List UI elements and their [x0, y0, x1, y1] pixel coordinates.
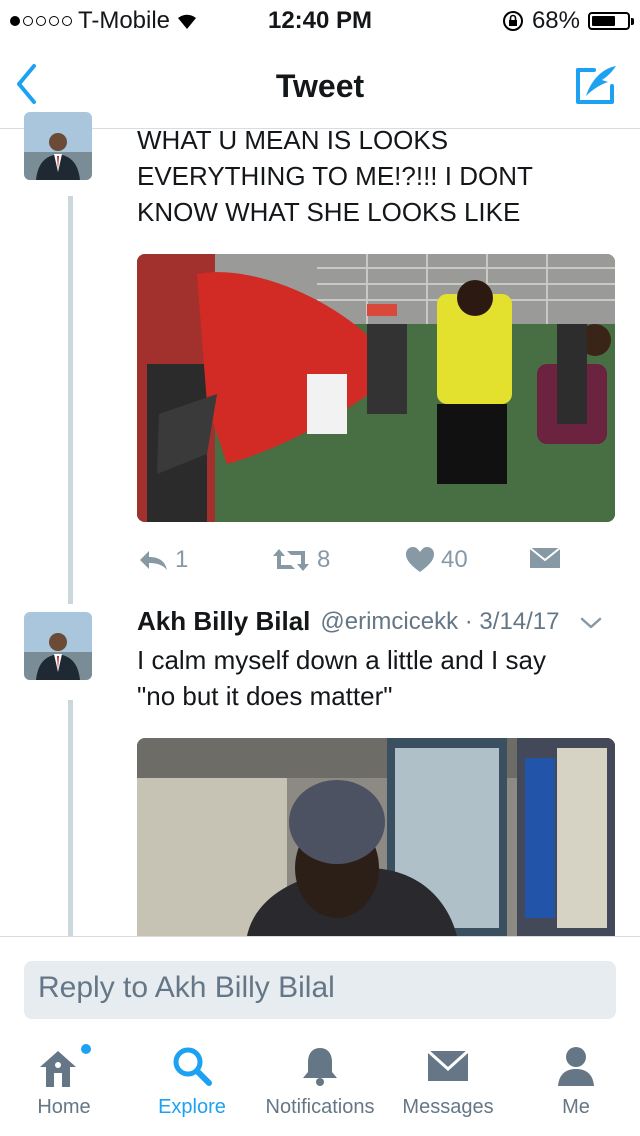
like-button[interactable]: 40 [405, 546, 468, 574]
compose-tweet-button[interactable] [572, 62, 620, 113]
tab-messages[interactable]: Messages [384, 1036, 512, 1119]
avatar[interactable] [24, 112, 92, 180]
chevron-down-icon [580, 617, 601, 629]
avatar[interactable] [24, 612, 92, 680]
user-name[interactable]: Akh Billy Bilal [137, 606, 310, 637]
reply-input[interactable]: Reply to Akh Billy Bilal [24, 961, 616, 1019]
home-icon [40, 1044, 91, 1087]
reply-button[interactable]: 1 [137, 546, 188, 574]
tweet-actions: 1 8 40 [137, 546, 615, 582]
tab-label: Messages [402, 1096, 494, 1118]
tab-home[interactable]: Home [0, 1036, 128, 1119]
heart-icon [406, 547, 434, 572]
tab-label: Explore [158, 1096, 226, 1118]
tweet-text: WHAT U MEAN IS LOOKS EVERYTHING TO ME!?!… [137, 125, 533, 227]
tweet-header: Akh Billy Bilal @erimcicekk · 3/14/17 [137, 606, 602, 637]
page-title: Tweet [275, 68, 365, 104]
navigation-bar: Tweet [0, 40, 640, 129]
like-count: 40 [441, 546, 468, 573]
search-icon [173, 1047, 212, 1086]
tweet-photo[interactable] [137, 254, 615, 522]
tab-me[interactable]: Me [512, 1036, 640, 1119]
tab-notifications[interactable]: Notifications [256, 1036, 384, 1119]
tab-bar: Home Explore Notifications Messages Me [0, 1036, 640, 1136]
thread-line [68, 196, 73, 604]
battery-icon [588, 12, 634, 30]
reply-bar: Reply to Akh Billy Bilal [0, 936, 640, 1037]
tweet-text: I calm myself down a little and I say "n… [137, 645, 546, 711]
tab-label: Me [562, 1096, 590, 1118]
compose-icon [576, 66, 616, 104]
envelope-icon [426, 1049, 470, 1081]
tab-explore[interactable]: Explore [128, 1036, 256, 1119]
tweet-photo[interactable] [137, 738, 615, 936]
battery-percent: 68% [531, 7, 580, 34]
user-handle-date[interactable]: @erimcicekk · 3/14/17 [320, 608, 559, 636]
reply-count: 1 [175, 546, 189, 573]
retweet-icon [273, 549, 309, 571]
envelope-icon [529, 547, 561, 568]
status-bar: T-Mobile 12:40 PM 68% [0, 0, 640, 40]
bell-icon [303, 1048, 337, 1086]
person-icon [558, 1047, 594, 1086]
tab-label: Home [37, 1096, 91, 1118]
orientation-lock-icon [502, 11, 523, 31]
tab-label: Notifications [265, 1096, 375, 1118]
retweet-count: 8 [317, 546, 331, 573]
thread-line [68, 700, 73, 936]
tweet-menu-button[interactable] [580, 606, 602, 637]
retweet-button[interactable]: 8 [271, 546, 330, 574]
direct-message-button[interactable] [529, 546, 561, 570]
reply-icon [140, 551, 167, 570]
